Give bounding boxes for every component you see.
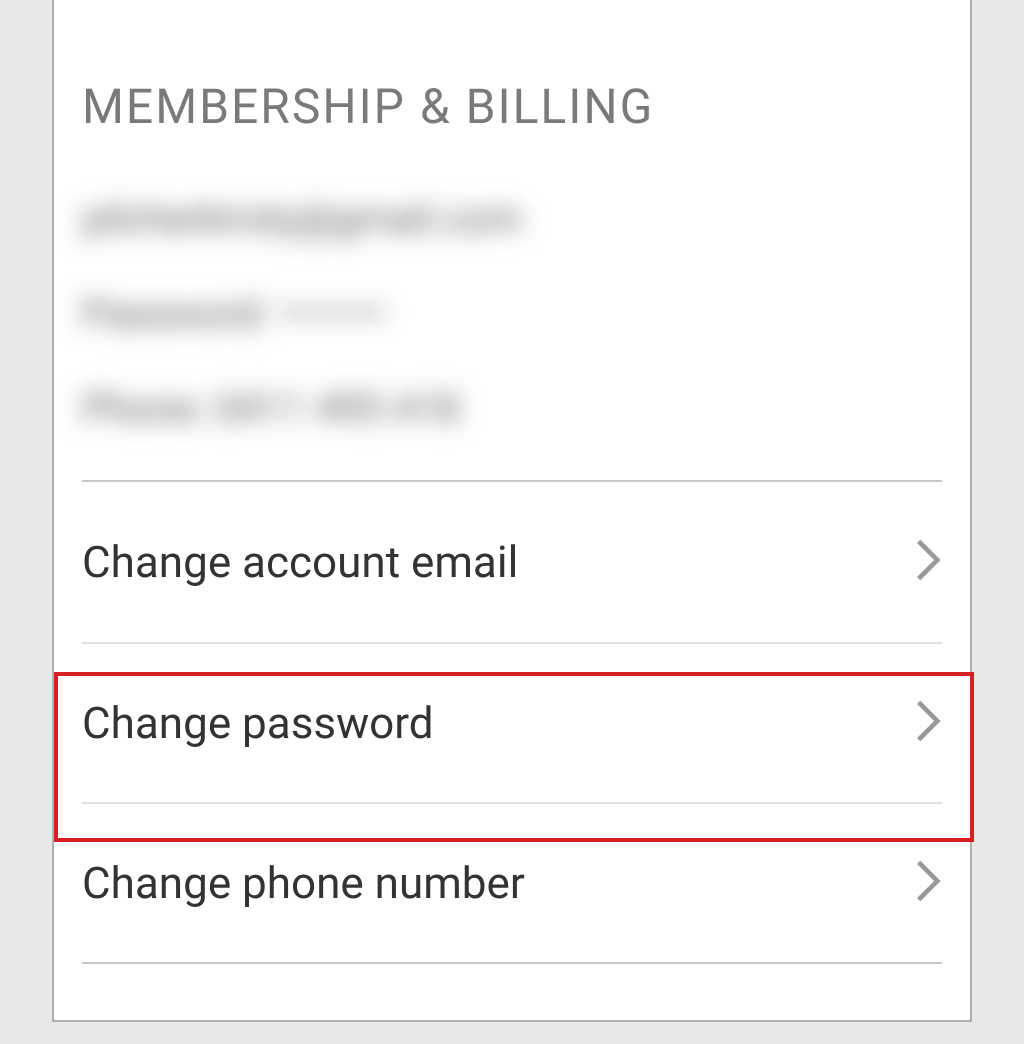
change-password-label: Change password bbox=[82, 697, 434, 749]
section-title: MEMBERSHIP & BILLING bbox=[82, 78, 942, 135]
section-divider bbox=[82, 962, 942, 964]
chevron-right-icon bbox=[914, 697, 942, 749]
account-phone-value: Phone: 0411 495 418 bbox=[82, 385, 942, 432]
change-password-row[interactable]: Change password bbox=[82, 642, 942, 802]
chevron-right-icon bbox=[914, 536, 942, 588]
change-email-label: Change account email bbox=[82, 536, 518, 588]
account-info-block: pilcherkirsty@gmail.com Password: ••••••… bbox=[82, 195, 942, 432]
password-mask: •••••••• bbox=[278, 290, 386, 337]
change-phone-label: Change phone number bbox=[82, 857, 525, 909]
chevron-right-icon bbox=[914, 857, 942, 909]
account-email-value: pilcherkirsty@gmail.com bbox=[82, 195, 942, 242]
change-email-row[interactable]: Change account email bbox=[82, 482, 942, 642]
membership-billing-panel: MEMBERSHIP & BILLING pilcherkirsty@gmail… bbox=[52, 0, 972, 1022]
change-phone-row[interactable]: Change phone number bbox=[82, 802, 942, 962]
password-label: Password: bbox=[82, 290, 268, 337]
account-password-row: Password: •••••••• bbox=[82, 290, 942, 337]
